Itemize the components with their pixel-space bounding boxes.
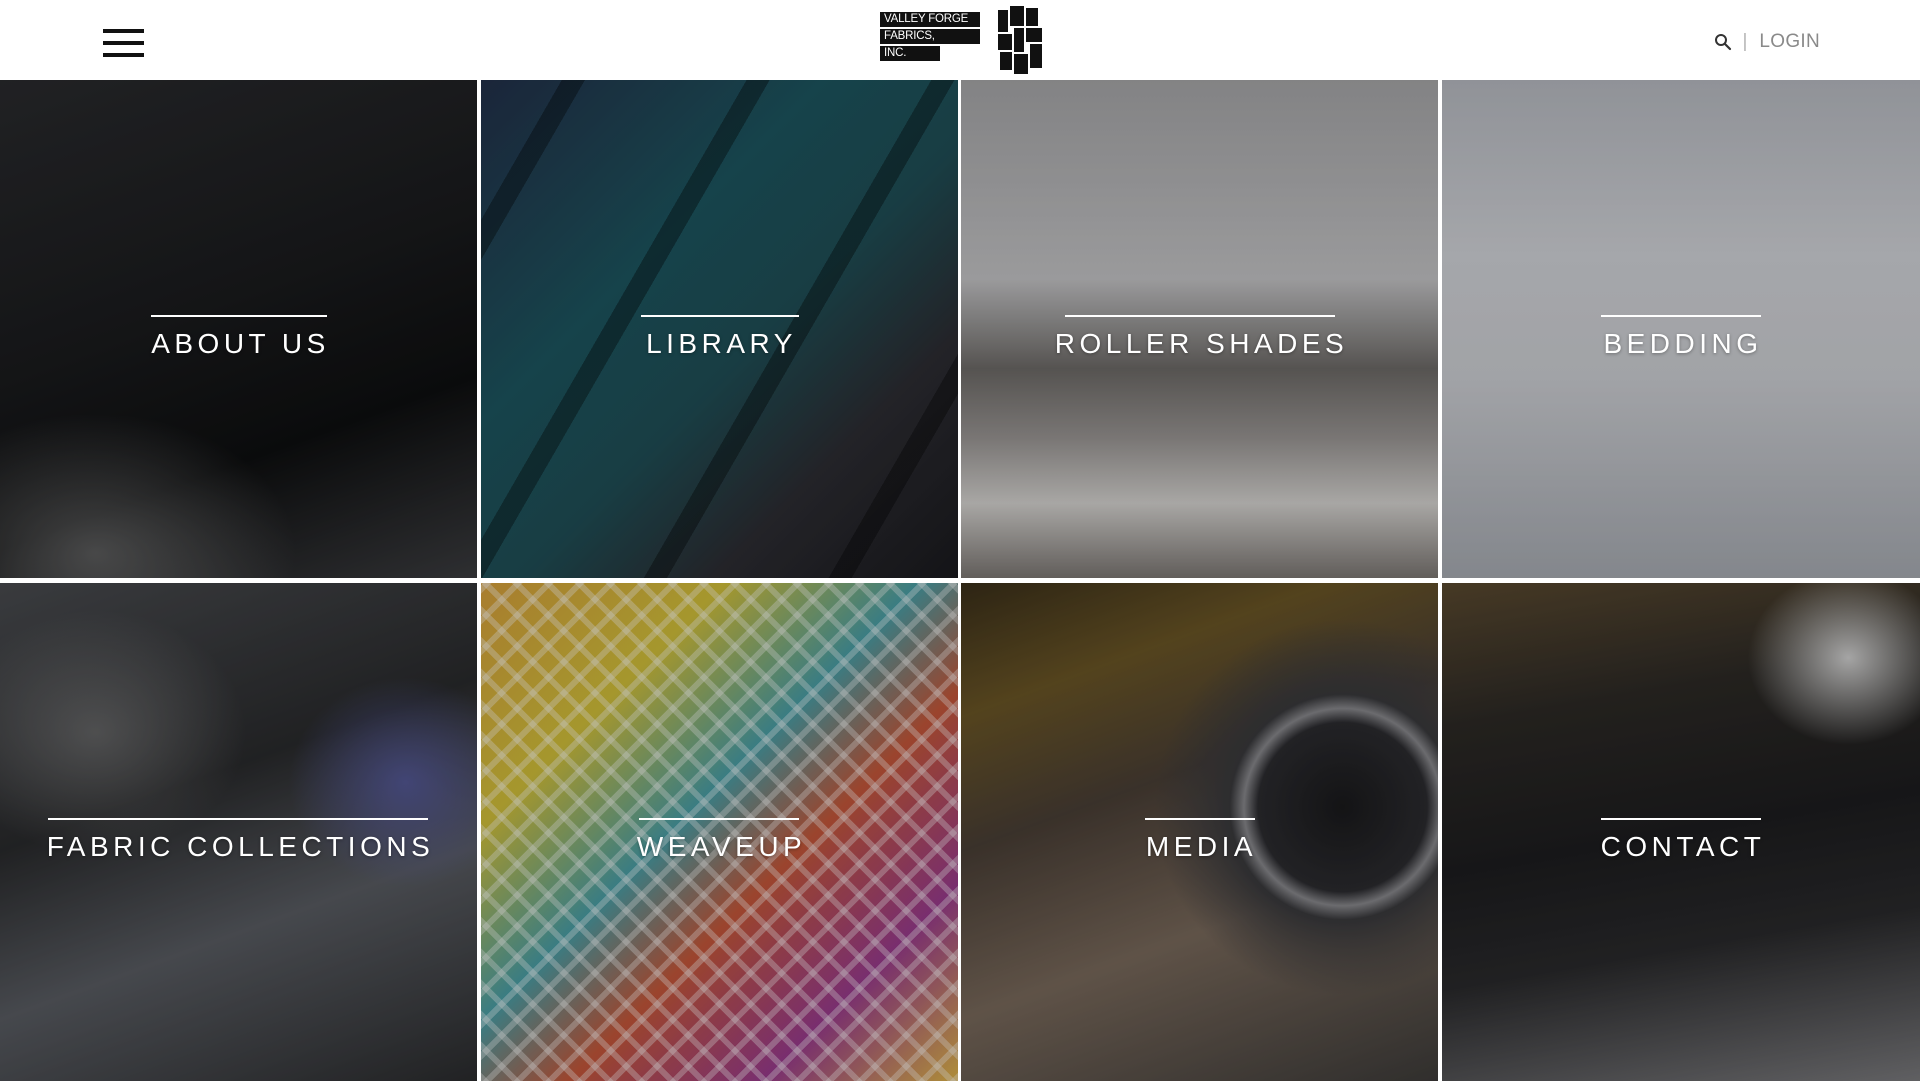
tile-label: ABOUT US — [151, 328, 330, 359]
tile-bedding[interactable]: BEDDING — [1442, 80, 1920, 578]
header-separator: | — [1742, 31, 1748, 52]
logo-weave-mark-icon — [998, 6, 1042, 74]
menu-bar — [103, 41, 144, 45]
tile-weaveup[interactable]: WEAVEUP — [481, 583, 958, 1081]
tile-fabric-collections[interactable]: FABRIC COLLECTIONS — [0, 583, 477, 1081]
menu-bar — [103, 53, 144, 57]
tile-label: MEDIA — [1145, 831, 1258, 862]
header-tools: | LOGIN — [1714, 30, 1820, 54]
tile-library[interactable]: LIBRARY — [481, 80, 958, 578]
caption-rule — [640, 315, 799, 317]
site-header: VALLEY FORGE FABRICS, INC. | LOGIN — [0, 0, 1920, 80]
login-link[interactable]: LOGIN — [1759, 31, 1820, 53]
tile-roller-shades[interactable]: ROLLER SHADES — [961, 80, 1438, 578]
search-icon[interactable] — [1714, 33, 1732, 51]
caption-rule — [639, 818, 800, 820]
caption-rule — [48, 818, 429, 820]
tile-about-us[interactable]: ABOUT US — [0, 80, 477, 578]
site-logo[interactable]: VALLEY FORGE FABRICS, INC. — [880, 6, 1043, 74]
tile-label: FABRIC COLLECTIONS — [46, 831, 435, 862]
logo-line-2: FABRICS, — [880, 29, 980, 44]
tile-label: BEDDING — [1603, 328, 1763, 359]
tile-label: CONTACT — [1600, 831, 1766, 862]
category-grid: ABOUT US LIBRARY ROLLER SHADES BEDDING F… — [0, 80, 1920, 1081]
caption-rule — [1601, 818, 1761, 820]
caption-rule — [150, 315, 327, 317]
tile-label: ROLLER SHADES — [1054, 328, 1349, 359]
logo-line-1: VALLEY FORGE — [880, 12, 980, 27]
tile-label: WEAVEUP — [636, 831, 807, 862]
menu-bar — [103, 29, 144, 33]
caption-rule — [1144, 818, 1255, 820]
tile-label: LIBRARY — [646, 328, 797, 359]
caption-rule — [1600, 315, 1761, 317]
caption-rule — [1064, 315, 1335, 317]
tile-contact[interactable]: CONTACT — [1442, 583, 1920, 1081]
tile-media[interactable]: MEDIA — [961, 583, 1438, 1081]
hamburger-menu-icon[interactable] — [103, 29, 144, 58]
logo-line-3: INC. — [880, 46, 940, 61]
